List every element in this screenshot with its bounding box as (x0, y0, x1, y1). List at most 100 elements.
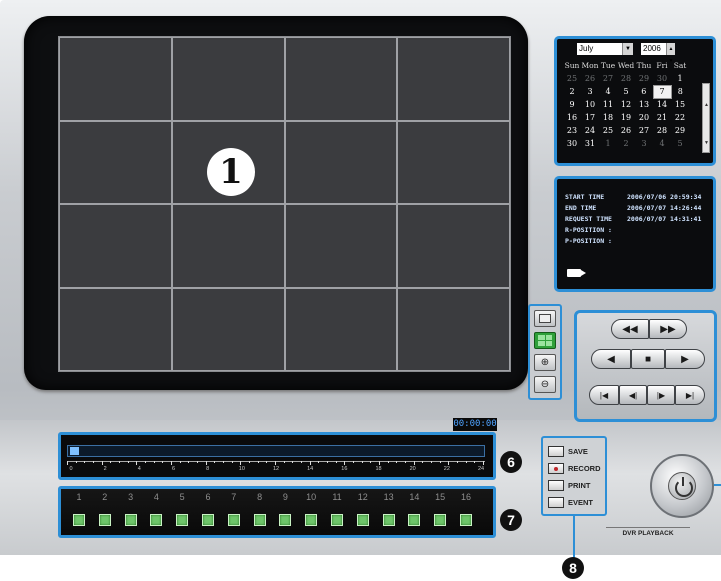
video-cell[interactable] (284, 120, 398, 204)
channel-button[interactable] (331, 514, 343, 526)
calendar-day[interactable]: 30 (653, 72, 671, 85)
calendar-day[interactable]: 28 (653, 124, 671, 137)
calendar-day[interactable]: 25 (599, 124, 617, 137)
single-view-button[interactable] (534, 310, 556, 327)
play-backward-button[interactable]: ◀ (591, 349, 631, 369)
checkbox[interactable] (548, 480, 564, 491)
calendar-day[interactable]: 30 (563, 137, 581, 150)
video-cell[interactable] (59, 204, 172, 288)
calendar-day[interactable]: 15 (671, 98, 689, 111)
video-cell[interactable] (397, 120, 510, 204)
calendar-day[interactable]: 23 (563, 124, 581, 137)
last-frame-button[interactable]: ▶| (675, 385, 705, 405)
power-knob[interactable] (650, 454, 714, 518)
calendar-day[interactable]: 7 (652, 84, 672, 99)
calendar-day[interactable]: 3 (581, 85, 599, 98)
calendar-day[interactable]: 16 (563, 111, 581, 124)
calendar-day[interactable]: 5 (671, 137, 689, 150)
channel-button[interactable] (176, 514, 189, 526)
calendar-scrollbar[interactable]: ▲ ▼ (702, 83, 710, 153)
video-cell[interactable] (284, 37, 398, 121)
calendar-day[interactable]: 2 (617, 137, 635, 150)
calendar-day[interactable]: 19 (617, 111, 635, 124)
calendar-day[interactable]: 1 (599, 137, 617, 150)
checkbox[interactable] (548, 446, 564, 457)
channel-button[interactable] (434, 514, 447, 526)
channel-button[interactable] (98, 514, 111, 526)
option-record[interactable]: RECORD (548, 460, 605, 477)
step-back-button[interactable]: ◀| (619, 385, 647, 405)
video-cell[interactable] (397, 287, 510, 371)
checkbox[interactable] (548, 497, 564, 508)
calendar-day[interactable]: 29 (635, 72, 653, 85)
calendar-day[interactable]: 8 (671, 85, 689, 98)
calendar-day[interactable]: 20 (635, 111, 653, 124)
calendar-day[interactable]: 24 (581, 124, 599, 137)
calendar-day[interactable]: 18 (599, 111, 617, 124)
video-cell[interactable] (397, 37, 510, 121)
timeline-track[interactable] (67, 445, 485, 457)
video-cell[interactable] (171, 287, 285, 371)
year-spinner[interactable]: 2006 ▲ ▼ (641, 43, 675, 64)
channel-button[interactable] (356, 514, 369, 526)
calendar-day[interactable]: 22 (671, 111, 689, 124)
calendar-day[interactable]: 27 (635, 124, 653, 137)
channel-button[interactable] (202, 514, 214, 526)
channel-button[interactable] (279, 514, 292, 526)
calendar-day[interactable]: 13 (635, 98, 653, 111)
zoom-in-button[interactable]: ⊕ (534, 354, 556, 371)
calendar-day[interactable]: 5 (617, 85, 635, 98)
option-print[interactable]: PRINT (548, 477, 605, 494)
step-forward-button[interactable]: |▶ (647, 385, 675, 405)
calendar-day[interactable]: 9 (563, 98, 581, 111)
channel-button[interactable] (227, 514, 240, 526)
channel-button[interactable] (150, 514, 163, 526)
video-cell[interactable] (59, 287, 172, 371)
calendar-day[interactable]: 6 (635, 85, 653, 98)
video-cell[interactable] (284, 204, 398, 288)
chevron-down-icon[interactable]: ▼ (622, 43, 633, 55)
channel-button[interactable] (382, 514, 395, 526)
stop-button[interactable]: ■ (631, 349, 665, 369)
channel-button[interactable] (460, 514, 472, 526)
calendar-day[interactable]: 2 (563, 85, 581, 98)
calendar-day[interactable]: 21 (653, 111, 671, 124)
calendar-day[interactable]: 4 (653, 137, 671, 150)
checkbox[interactable] (548, 463, 564, 474)
calendar-day[interactable]: 29 (671, 124, 689, 137)
chevron-down-icon[interactable]: ▼ (704, 140, 709, 146)
calendar-day[interactable]: 31 (581, 137, 599, 150)
calendar-day[interactable]: 3 (635, 137, 653, 150)
channel-button[interactable] (124, 514, 137, 526)
calendar-day[interactable]: 1 (671, 72, 689, 85)
calendar-day[interactable]: 26 (617, 124, 635, 137)
calendar-day[interactable]: 26 (581, 72, 599, 85)
option-event[interactable]: EVENT (548, 494, 605, 511)
channel-button[interactable] (305, 514, 318, 526)
option-save[interactable]: SAVE (548, 443, 605, 460)
video-cell[interactable] (171, 204, 285, 288)
video-cell[interactable] (59, 120, 172, 204)
zoom-out-button[interactable]: ⊖ (534, 376, 556, 393)
calendar-day[interactable]: 4 (599, 85, 617, 98)
video-cell[interactable] (171, 37, 285, 121)
timeline-slider-handle[interactable] (70, 447, 79, 455)
rewind-button[interactable]: ◀◀ (611, 319, 649, 339)
fast-forward-button[interactable]: ▶▶ (649, 319, 687, 339)
calendar-day[interactable]: 25 (563, 72, 581, 85)
calendar-day[interactable]: 17 (581, 111, 599, 124)
calendar-day[interactable]: 14 (653, 98, 671, 111)
calendar-day[interactable]: 11 (599, 98, 617, 111)
spinner-icon[interactable]: ▲ ▼ (666, 43, 675, 64)
calendar-day[interactable]: 27 (599, 72, 617, 85)
first-frame-button[interactable]: |◀ (589, 385, 619, 405)
play-button[interactable]: ▶ (665, 349, 705, 369)
video-cell[interactable] (284, 287, 398, 371)
calendar-day[interactable]: 12 (617, 98, 635, 111)
video-cell[interactable] (59, 37, 172, 121)
calendar-day[interactable]: 28 (617, 72, 635, 85)
month-select[interactable]: July ▼ (577, 43, 633, 55)
channel-button[interactable] (253, 514, 266, 526)
chevron-up-icon[interactable]: ▲ (704, 102, 709, 108)
calendar-day[interactable]: 10 (581, 98, 599, 111)
